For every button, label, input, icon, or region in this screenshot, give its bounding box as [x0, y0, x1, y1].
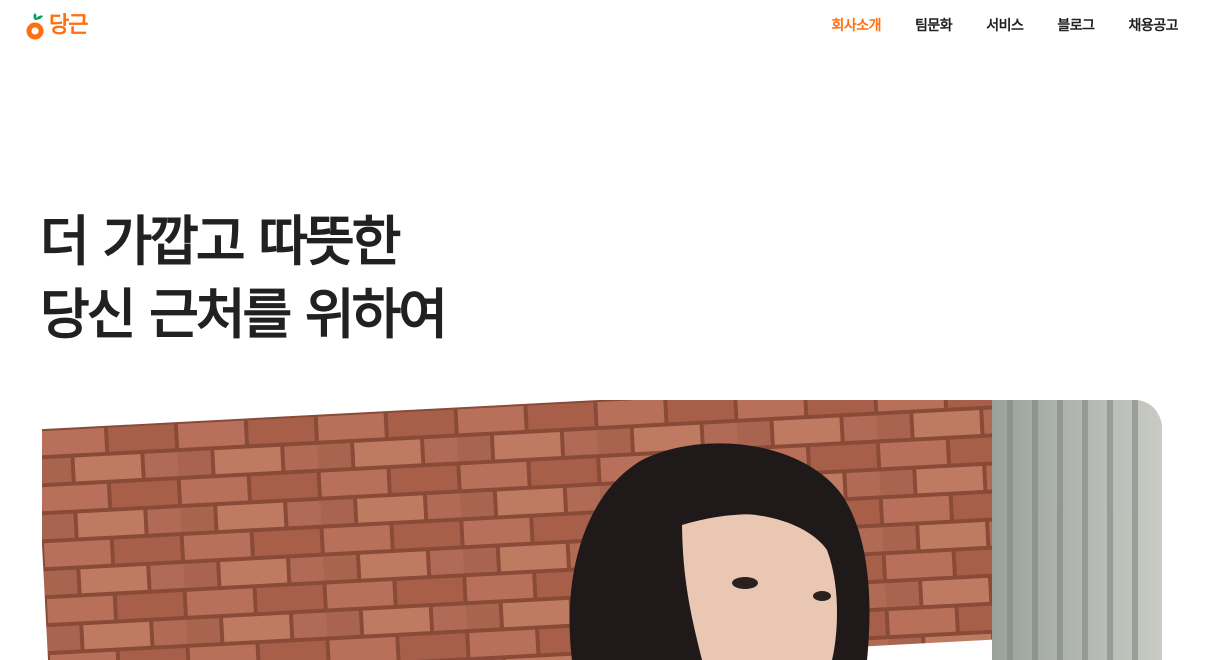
nav-item-team-culture[interactable]: 팀문화: [915, 15, 953, 37]
hero-photo: [42, 400, 1162, 660]
hero-heading: 더 가깝고 따뜻한 당신 근처를 위하여: [40, 205, 448, 351]
main-nav: 회사소개 팀문화 서비스 블로그 채용공고: [798, 15, 1179, 37]
logo-link[interactable]: 당근: [25, 9, 88, 42]
hero-heading-line-1: 더 가깝고 따뜻한: [40, 210, 401, 273]
nav-item-company[interactable]: 회사소개: [832, 15, 882, 37]
carrot-icon: [26, 13, 44, 40]
hero-photo-image: [42, 400, 1162, 660]
site-header: 당근 회사소개 팀문화 서비스 블로그 채용공고: [0, 0, 1208, 52]
brand-name: 당근: [49, 13, 88, 38]
nav-item-careers[interactable]: 채용공고: [1128, 15, 1178, 37]
nav-item-blog[interactable]: 블로그: [1057, 15, 1095, 37]
nav-item-services[interactable]: 서비스: [986, 15, 1024, 37]
hero-heading-line-2: 당신 근처를 위하여: [40, 283, 448, 346]
